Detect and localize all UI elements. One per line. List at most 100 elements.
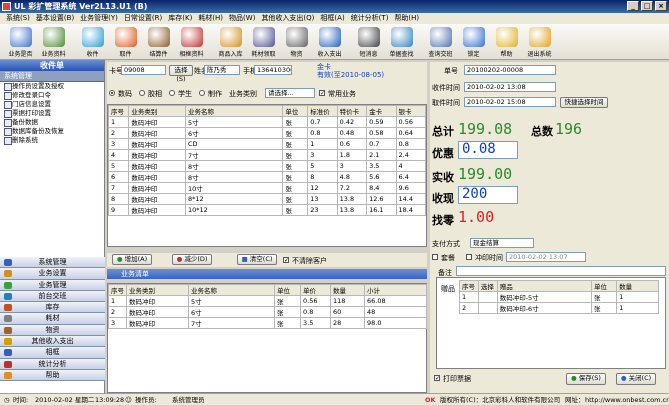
column-header[interactable]: 业务名称: [188, 284, 275, 296]
menu-item-2[interactable]: 业务管理(Y): [80, 13, 118, 24]
toolbar-button-4[interactable]: 结算件: [142, 24, 175, 60]
table-row[interactable]: 2 数码冲印-6寸张 1: [459, 302, 659, 314]
tree-item[interactable]: 备份数据: [0, 118, 104, 127]
menu-item-10[interactable]: 帮助(H): [394, 13, 419, 24]
common-checkbox[interactable]: ✓: [319, 90, 325, 97]
nav-item-10[interactable]: 帮助: [0, 369, 105, 382]
menu-item-7[interactable]: 其他收入支出(Q): [261, 13, 314, 24]
menu-item-6[interactable]: 物品(W): [229, 13, 255, 24]
phone-input[interactable]: 13641030000: [254, 65, 292, 75]
toolbar-button-0[interactable]: 业务是否: [4, 24, 37, 60]
discount-input[interactable]: 0.08: [458, 141, 518, 159]
toolbar-button-10[interactable]: 短消息: [352, 24, 385, 60]
menu-item-1[interactable]: 基本设置(B): [36, 13, 74, 24]
card-input[interactable]: 09008: [121, 65, 166, 75]
toolbar-button-14[interactable]: 帮助: [490, 24, 523, 60]
table-row[interactable]: 4 数码冲印 7寸张 3 1.8 2.1 2.4: [107, 149, 426, 161]
table-row[interactable]: 7 数码冲印 10寸张 12 7.2 8.4 9.6: [107, 182, 426, 194]
column-header[interactable]: 银卡: [395, 105, 426, 117]
biz-type-select[interactable]: 请选择...: [265, 88, 315, 98]
close-button[interactable]: ×: [655, 1, 667, 11]
print-receipt-checkbox[interactable]: ✓: [434, 375, 440, 382]
toolbar-button-12[interactable]: 查询交班: [424, 24, 457, 60]
tree-item[interactable]: 修改登录口令: [0, 91, 104, 100]
nav-item-4[interactable]: 库存: [0, 302, 105, 314]
toolbar-button-6[interactable]: 商品入库: [214, 24, 247, 60]
table-row[interactable]: 2 数码冲印 6寸张 0.8 60 48: [108, 306, 427, 318]
column-header[interactable]: 标准价: [307, 105, 338, 117]
column-header[interactable]: 单位: [282, 105, 309, 117]
take-time-input[interactable]: 2010-02-02 15:08: [464, 97, 556, 107]
table-row[interactable]: 1 数码冲印-5寸张 1: [459, 291, 659, 303]
toolbar-button-15[interactable]: 退出系统: [523, 24, 556, 60]
column-header[interactable]: 业务类别: [128, 105, 186, 117]
column-header[interactable]: 金卡: [366, 105, 397, 117]
select-button[interactable]: 选择(S): [169, 65, 193, 83]
tree-item[interactable]: 数据库备份及恢复: [0, 127, 104, 136]
clear-button[interactable]: ■ 清空(C): [237, 254, 277, 265]
quick-time-button[interactable]: 快捷选择时间: [560, 97, 608, 108]
column-header[interactable]: 选择: [477, 280, 498, 292]
table-row[interactable]: 3 数码冲印 7寸张 3.5 28 98.0: [108, 317, 427, 329]
nav-item-5[interactable]: 耗材: [0, 313, 105, 325]
column-header[interactable]: 单位: [274, 284, 301, 296]
radio-2[interactable]: [169, 90, 175, 96]
add-button[interactable]: ● 增加(A): [112, 254, 152, 265]
table-row[interactable]: 9 数码冲印 10*12 张 23 13.8 16.1 18.4: [107, 204, 426, 216]
pickup-time-input[interactable]: 2010-02-02 13:07: [506, 252, 586, 262]
tree-item[interactable]: 操作员设置及授权: [0, 82, 104, 91]
nav-item-2[interactable]: 业务管理: [0, 279, 105, 291]
toolbar-button-1[interactable]: 业务资料: [37, 24, 70, 60]
radio-1[interactable]: [139, 90, 145, 96]
pay-method-select[interactable]: 现金结算: [470, 238, 534, 248]
menu-item-8[interactable]: 相框(A): [320, 13, 344, 24]
minimize-button[interactable]: _: [627, 1, 639, 11]
toolbar-button-9[interactable]: 收入支出: [313, 24, 346, 60]
menu-item-3[interactable]: 日常设置(R): [124, 13, 162, 24]
toolbar-button-11[interactable]: 单据查找: [385, 24, 418, 60]
pickup-checkbox[interactable]: [466, 254, 472, 260]
tree-item[interactable]: 删除系统: [0, 136, 104, 145]
received-input[interactable]: 200: [458, 186, 518, 204]
remark-input[interactable]: [456, 266, 666, 276]
toolbar-button-13[interactable]: 锁定: [457, 24, 490, 60]
maximize-button[interactable]: □: [641, 1, 653, 11]
radio-0[interactable]: [109, 90, 115, 96]
name-input[interactable]: 陈乃秀: [204, 65, 240, 75]
recv-time-input[interactable]: 2010-02-02 13:08: [464, 82, 556, 92]
reduce-button[interactable]: ● 减少(D): [172, 254, 212, 265]
table-row[interactable]: 5 数码冲印 8寸张 5 3 3.5 4: [107, 160, 426, 172]
nav-item-8[interactable]: 相框: [0, 347, 105, 359]
menu-item-9[interactable]: 统计分析(T): [351, 13, 389, 24]
column-header[interactable]: 单价: [300, 284, 331, 296]
column-header[interactable]: 序号: [107, 105, 130, 117]
tree-item[interactable]: 门店信息设置: [0, 100, 104, 109]
nav-item-6[interactable]: 物资: [0, 324, 105, 337]
column-header[interactable]: 业务名称: [184, 105, 284, 117]
column-header[interactable]: 赠品: [496, 280, 592, 292]
nav-item-3[interactable]: 前台交班: [0, 290, 105, 303]
column-header[interactable]: 序号: [459, 280, 479, 292]
toolbar-button-5[interactable]: 相框资料: [175, 24, 208, 60]
column-header[interactable]: 小计: [364, 284, 427, 296]
keep-customer-checkbox[interactable]: ✓: [283, 257, 289, 264]
close-form-button[interactable]: ● 关闭(C): [616, 373, 656, 385]
table-row[interactable]: 2 数码冲印 6寸张 0.8 0.48 0.58 0.64: [107, 127, 426, 139]
nav-item-9[interactable]: 统计分析: [0, 358, 105, 370]
menu-item-5[interactable]: 耗材(H): [198, 13, 223, 24]
column-header[interactable]: 单位: [590, 280, 618, 292]
radio-3[interactable]: [199, 90, 205, 96]
toolbar-button-2[interactable]: 收件: [76, 24, 109, 60]
table-row[interactable]: 1 数码冲印 5寸张 0.7 0.42 0.59 0.56: [107, 116, 426, 128]
table-row[interactable]: 1 数码冲印 5寸张 0.56 118 66.08: [108, 295, 427, 307]
nav-item-1[interactable]: 业务设置: [0, 268, 105, 280]
toolbar-button-8[interactable]: 物资: [280, 24, 313, 60]
toolbar-button-3[interactable]: 取件: [109, 24, 142, 60]
table-row[interactable]: 6 数码冲印 8寸张 8 4.8 5.6 6.4: [107, 171, 426, 183]
table-row[interactable]: 8 数码冲印 8*12 张 13 13.8 12.6 14.4: [107, 193, 426, 205]
nav-item-0[interactable]: 系统管理: [0, 257, 105, 269]
column-header[interactable]: 业务类别: [126, 284, 189, 296]
column-header[interactable]: 序号: [108, 284, 127, 296]
nav-item-7[interactable]: 其他收入支出: [0, 336, 105, 348]
menu-item-4[interactable]: 库存(K): [168, 13, 192, 24]
